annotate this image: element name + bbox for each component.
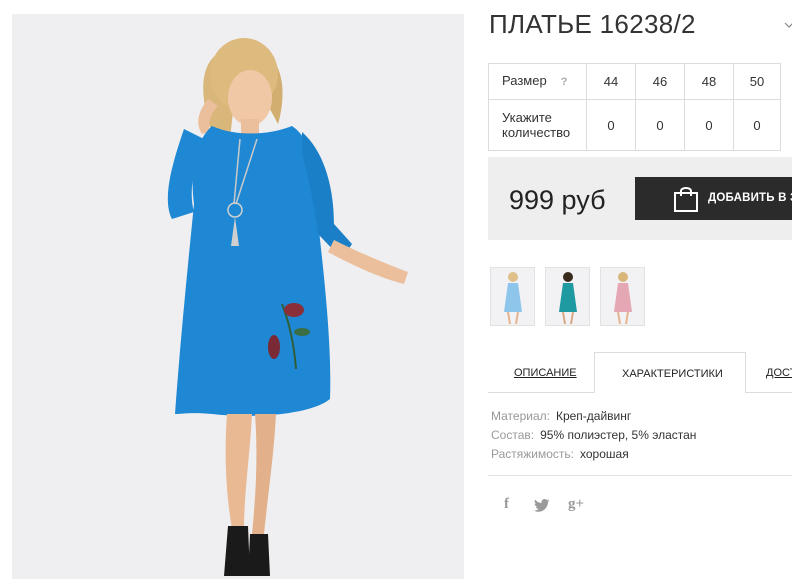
model-photo <box>12 14 464 579</box>
thumb-light-blue-image <box>504 272 522 325</box>
chevron-down-icon[interactable] <box>784 20 792 30</box>
thumb-teal-image <box>559 272 577 325</box>
divider <box>488 475 792 476</box>
quantity-input-44[interactable]: 0 <box>586 99 636 151</box>
quantity-input-50[interactable]: 0 <box>733 99 781 151</box>
spec-key: Растяжимость: <box>491 447 575 461</box>
thumb-light-blue[interactable] <box>490 267 535 326</box>
tab-specifications-label: Характеристики <box>622 368 723 380</box>
facebook-icon[interactable]: f <box>504 496 509 513</box>
tab-specifications[interactable]: Характеристики <box>594 352 746 393</box>
spec-key: Состав: <box>491 428 535 442</box>
help-icon[interactable]: ? <box>561 75 568 90</box>
price-value: 999 руб <box>509 185 606 215</box>
twitter-icon[interactable] <box>534 499 550 512</box>
spec-value: 95% полиэстер, 5% эластан <box>540 428 697 442</box>
spec-row-stretch: Растяжимость: хорошая <box>491 445 696 464</box>
price-box: 999 руб ДОБАВИТЬ В ЗАКАЗ <box>488 157 792 240</box>
spec-value: хорошая <box>580 447 629 461</box>
product-tabs: Описание Характеристики Доставка <box>488 352 792 393</box>
spec-key: Материал: <box>491 409 550 423</box>
size-option-48[interactable]: 48 <box>684 63 734 100</box>
thumb-pink-image <box>614 272 632 325</box>
quantity-label-line1: Укажите <box>502 110 552 125</box>
quantity-input-48[interactable]: 0 <box>684 99 734 151</box>
product-title: ПЛАТЬЕ 16238/2 <box>489 9 696 39</box>
quantity-label-line2: количество <box>502 125 571 140</box>
size-option-46[interactable]: 46 <box>635 63 685 100</box>
spec-row-material: Материал: Креп-дайвинг <box>491 407 696 426</box>
add-to-cart-button[interactable]: ДОБАВИТЬ В ЗАКАЗ <box>635 177 792 220</box>
add-to-cart-label: ДОБАВИТЬ В ЗАКАЗ <box>708 192 792 204</box>
quantity-label-cell: Укажите количество <box>488 99 587 151</box>
product-main-image[interactable] <box>12 14 464 579</box>
spec-value: Креп-дайвинг <box>555 409 632 423</box>
tab-delivery-label: Доставка <box>766 367 792 379</box>
specifications-list: Материал: Креп-дайвинг Состав: 95% полиэст… <box>491 407 696 464</box>
size-label: Размер <box>502 73 547 88</box>
google-plus-icon[interactable]: g+ <box>568 496 584 513</box>
tab-description[interactable]: Описание <box>488 352 594 393</box>
tab-delivery[interactable]: Доставка <box>746 352 792 393</box>
spec-row-composition: Состав: 95% полиэстер, 5% эластан <box>491 426 696 445</box>
size-option-44[interactable]: 44 <box>586 63 636 100</box>
shopping-bag-icon <box>674 187 698 212</box>
size-option-50[interactable]: 50 <box>733 63 781 100</box>
thumb-teal[interactable] <box>545 267 590 326</box>
tab-description-label: Описание <box>514 367 577 379</box>
quantity-input-46[interactable]: 0 <box>635 99 685 151</box>
size-quantity-table: Размер? 44 46 48 50 Укажите количество 0… <box>488 63 781 151</box>
thumb-pink[interactable] <box>600 267 645 326</box>
size-label-cell: Размер? <box>488 63 587 100</box>
